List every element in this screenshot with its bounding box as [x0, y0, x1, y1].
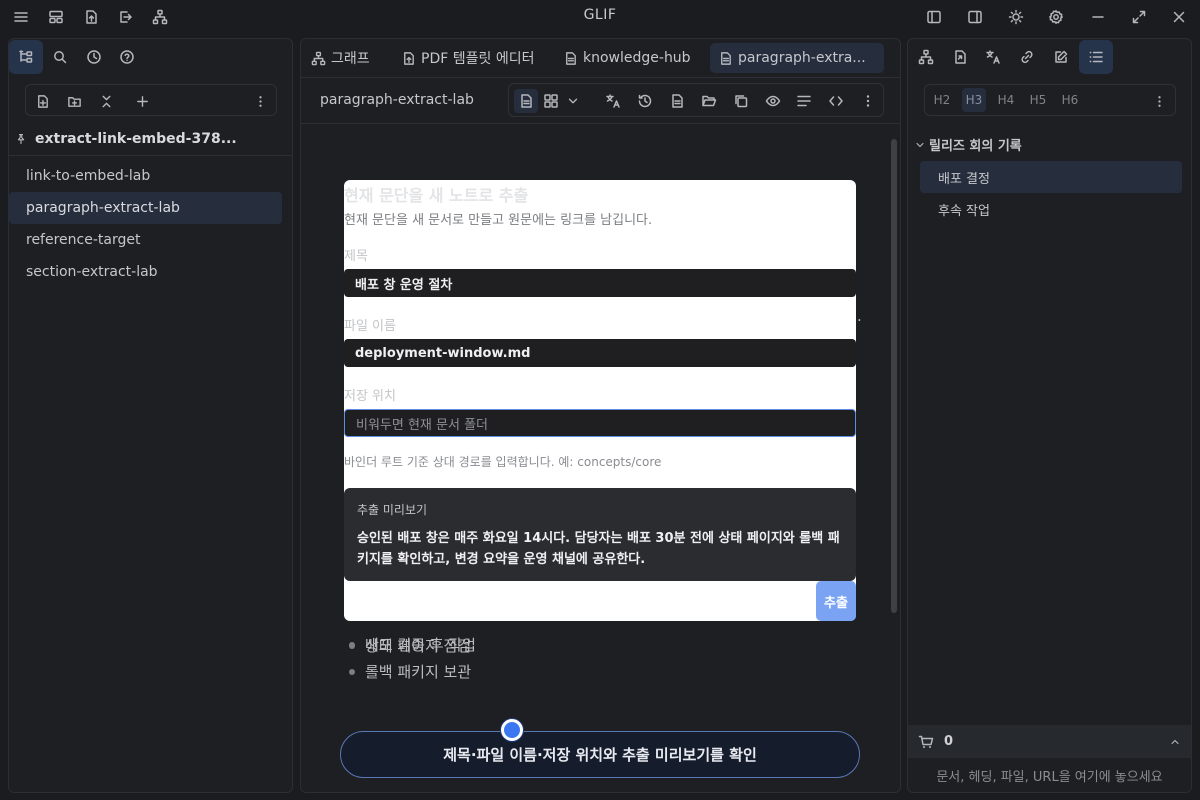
divider	[301, 123, 900, 124]
divider	[301, 77, 900, 78]
file-item-paragraph-extract-lab[interactable]: paragraph-extract-lab	[9, 192, 282, 224]
document-title: paragraph-extract-lab	[320, 92, 474, 108]
file-item-section-extract-lab[interactable]: section-extract-lab	[9, 256, 282, 288]
heading-h5-toggle[interactable]: H5	[1026, 88, 1050, 112]
chevron-down-icon[interactable]	[561, 89, 585, 113]
basket-count: 0	[944, 734, 954, 749]
graph-icon	[311, 51, 326, 65]
tab-paragraph-extract-lab[interactable]: paragraph-extra...	[710, 43, 884, 73]
cart-icon	[918, 735, 934, 748]
translate-icon[interactable]	[976, 40, 1010, 74]
collapse-all-icon[interactable]	[95, 90, 117, 112]
file-toolbar	[25, 84, 277, 116]
heading-level-toolbar: H2 H3 H4 H5 H6	[924, 84, 1176, 116]
divider	[9, 155, 292, 156]
align-left-icon[interactable]	[792, 89, 816, 113]
vault-row[interactable]: extract-link-embed-378...	[15, 128, 237, 150]
title-input[interactable]: 배포 창 운영 절차	[344, 269, 856, 297]
toggle-right-sidebar-icon[interactable]	[961, 6, 989, 28]
outline-group-heading[interactable]: 릴리즈 회의 기록	[914, 135, 1022, 154]
document-icon	[721, 51, 731, 65]
file-item-reference-target[interactable]: reference-target	[9, 224, 282, 256]
document-view-icon[interactable]	[514, 89, 538, 113]
edit-pen-icon[interactable]	[1044, 40, 1078, 74]
heading-h6-toggle[interactable]: H6	[1058, 88, 1082, 112]
close-icon[interactable]	[1165, 6, 1193, 28]
history-icon[interactable]	[633, 89, 657, 113]
grid-view-icon[interactable]	[539, 89, 563, 113]
document-icon	[566, 51, 576, 65]
editor-scrollbar[interactable]	[891, 139, 897, 613]
vault-name: extract-link-embed-378...	[35, 131, 237, 147]
link-icon[interactable]	[1010, 40, 1044, 74]
graph-tab-icon[interactable]	[909, 40, 943, 74]
outline-item-deploy-decision[interactable]: 배포 결정	[920, 161, 1182, 193]
more-options-icon[interactable]	[1148, 90, 1170, 112]
file-tree-tab-icon[interactable]	[9, 40, 43, 74]
tab-label: 그래프	[331, 51, 370, 67]
minimize-icon[interactable]	[1084, 6, 1112, 28]
tab-label: paragraph-extra...	[738, 50, 866, 66]
editor-toolbar	[508, 83, 884, 117]
outline-item-follow-up[interactable]: 후속 작업	[920, 193, 1182, 225]
location-hint: 바인더 루트 기준 상대 경로를 입력합니다. 예: concepts/core	[344, 455, 662, 469]
theme-sun-icon[interactable]	[1002, 6, 1030, 28]
preview-text: 승인된 배포 창은 매주 화요일 14시다. 담당자는 배포 30분 전에 상태…	[357, 531, 840, 567]
more-options-icon[interactable]	[856, 89, 880, 113]
heading-h3-toggle[interactable]: H3	[962, 88, 986, 112]
chevron-down-icon	[916, 142, 924, 147]
tab-graph[interactable]: 그래프	[303, 43, 378, 73]
search-icon[interactable]	[43, 40, 77, 74]
recent-clock-icon[interactable]	[77, 40, 111, 74]
chevron-up-icon[interactable]	[1169, 736, 1181, 748]
extract-button[interactable]: 추출	[816, 581, 856, 621]
folder-open-icon[interactable]	[697, 89, 721, 113]
dialog-title: 현재 문단을 새 노트로 추출	[344, 186, 529, 205]
tab-label: knowledge-hub	[583, 50, 691, 66]
list-item: 롤백 패키지 보관	[349, 661, 471, 682]
location-field-label: 저장 위치	[344, 389, 396, 404]
list-item: 상태 페이지 점검	[349, 635, 471, 656]
more-options-icon[interactable]	[249, 90, 271, 112]
pin-icon	[15, 133, 27, 145]
settings-gear-icon[interactable]	[1042, 6, 1070, 28]
add-icon[interactable]	[131, 90, 153, 112]
basket-bar[interactable]: 0	[908, 725, 1191, 758]
help-icon[interactable]	[110, 40, 144, 74]
location-input[interactable]: 비워두면 현재 문서 폴더	[344, 409, 856, 437]
outline-list-icon[interactable]	[1079, 40, 1113, 74]
backlinks-icon[interactable]	[943, 40, 977, 74]
pdf-template-icon	[404, 51, 414, 65]
right-sidebar: H2 H3 H4 H5 H6 릴리즈 회의 기록 배포 결정 후속 작업 0 문…	[907, 38, 1192, 793]
tab-knowledge-hub[interactable]: knowledge-hub	[555, 43, 699, 73]
tab-label: PDF 템플릿 에디터	[421, 51, 535, 67]
page-icon[interactable]	[665, 89, 689, 113]
extract-paragraph-dialog: 현재 문단을 새 노트로 추출 현재 문단을 새 문서로 만들고 원문에는 링크…	[344, 180, 856, 621]
maximize-icon[interactable]	[1125, 6, 1153, 28]
extract-preview: 추출 미리보기 승인된 배포 창은 매주 화요일 14시다. 담당자는 배포 3…	[344, 488, 856, 581]
partial-text: .	[857, 307, 862, 325]
heading-h2-toggle[interactable]: H2	[930, 88, 954, 112]
copy-icon[interactable]	[729, 89, 753, 113]
toggle-left-sidebar-icon[interactable]	[920, 6, 948, 28]
instruction-banner: 제목·파일 이름·저장 위치와 추출 미리보기를 확인	[340, 731, 860, 778]
code-icon[interactable]	[824, 89, 848, 113]
title-field-label: 제목	[344, 249, 368, 264]
drop-zone-hint: 문서, 헤딩, 파일, URL을 여기에 놓으세요	[936, 770, 1163, 785]
title-bar: GLIF	[0, 0, 1200, 34]
new-file-icon[interactable]	[31, 90, 53, 112]
cursor-indicator	[501, 719, 523, 741]
preview-eye-icon[interactable]	[761, 89, 785, 113]
new-folder-icon[interactable]	[63, 90, 85, 112]
dialog-description: 현재 문단을 새 문서로 만들고 원문에는 링크를 남깁니다.	[344, 213, 653, 228]
tab-pdf-template-editor[interactable]: PDF 템플릿 에디터	[393, 43, 542, 73]
filename-input[interactable]: deployment-window.md	[344, 339, 856, 367]
translate-icon[interactable]	[601, 89, 625, 113]
heading-h4-toggle[interactable]: H4	[994, 88, 1018, 112]
preview-label: 추출 미리보기	[357, 503, 428, 517]
file-item-link-to-embed-lab[interactable]: link-to-embed-lab	[9, 160, 282, 192]
filename-field-label: 파일 이름	[344, 319, 396, 334]
left-sidebar: extract-link-embed-378... link-to-embed-…	[8, 38, 293, 793]
